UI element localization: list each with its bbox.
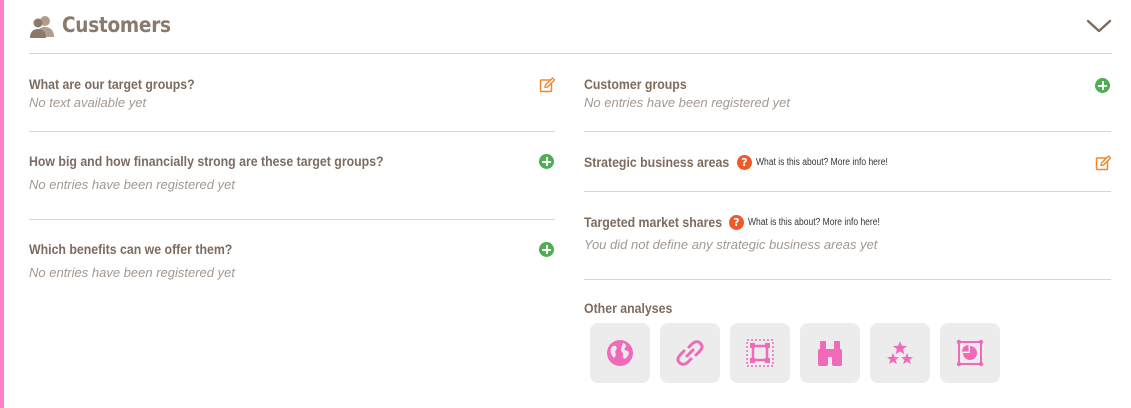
edit-icon[interactable] xyxy=(1095,155,1112,171)
question-icon: ? xyxy=(728,214,744,230)
globe-icon[interactable] xyxy=(590,323,650,383)
other-analyses-title: Other analyses xyxy=(584,300,673,316)
section-market-shares: Targeted market shares ? What is this ab… xyxy=(584,192,1111,280)
section-title: Customer groups xyxy=(584,76,687,92)
section-strategic-areas: Strategic business areas ? What is this … xyxy=(584,132,1112,192)
customers-icon xyxy=(29,15,55,39)
panel-header: Customers xyxy=(29,8,1112,54)
section-title: Strategic business areas xyxy=(584,154,730,170)
section-title: How big and how financially strong are t… xyxy=(29,153,384,169)
help-link[interactable]: ? What is this about? More info here! xyxy=(736,154,911,170)
chart-icon[interactable] xyxy=(940,323,1000,383)
help-link[interactable]: ? What is this about? More info here! xyxy=(728,214,903,230)
section-subtitle: No entries have been registered yet xyxy=(29,177,235,192)
section-benefits: Which benefits can we offer them? No ent… xyxy=(29,220,555,308)
chevron-down-icon[interactable] xyxy=(1086,16,1112,36)
section-title: What are our target groups? xyxy=(29,76,195,92)
section-title: Targeted market shares xyxy=(584,214,723,230)
help-text[interactable]: What is this about? More info here! xyxy=(756,157,888,168)
section-subtitle: No entries have been registered yet xyxy=(584,95,790,110)
add-icon[interactable] xyxy=(539,154,555,170)
add-icon[interactable] xyxy=(539,242,555,258)
matrix-icon[interactable] xyxy=(730,323,790,383)
panel-title: Customers xyxy=(62,13,171,37)
section-subtitle: No entries have been registered yet xyxy=(29,265,235,280)
stars-icon[interactable] xyxy=(870,323,930,383)
section-title: Which benefits can we offer them? xyxy=(29,241,233,257)
section-subtitle: You did not define any strategic busines… xyxy=(584,237,878,252)
link-icon[interactable] xyxy=(660,323,720,383)
customers-panel: Customers What are our target groups? No… xyxy=(4,0,1131,408)
section-target-groups-size: How big and how financially strong are t… xyxy=(29,132,555,220)
section-customer-groups: Customer groups No entries have been reg… xyxy=(584,54,1111,132)
section-subtitle: No text available yet xyxy=(29,95,147,110)
analyses-toolbar xyxy=(590,323,1000,383)
help-text[interactable]: What is this about? More info here! xyxy=(748,217,880,228)
section-target-groups: What are our target groups? No text avai… xyxy=(29,54,556,132)
binoculars-icon[interactable] xyxy=(800,323,860,383)
edit-icon[interactable] xyxy=(539,77,556,93)
right-column: Customer groups No entries have been reg… xyxy=(584,54,1112,383)
add-icon[interactable] xyxy=(1095,78,1111,94)
question-icon: ? xyxy=(736,154,752,170)
left-column: What are our target groups? No text avai… xyxy=(29,54,556,308)
